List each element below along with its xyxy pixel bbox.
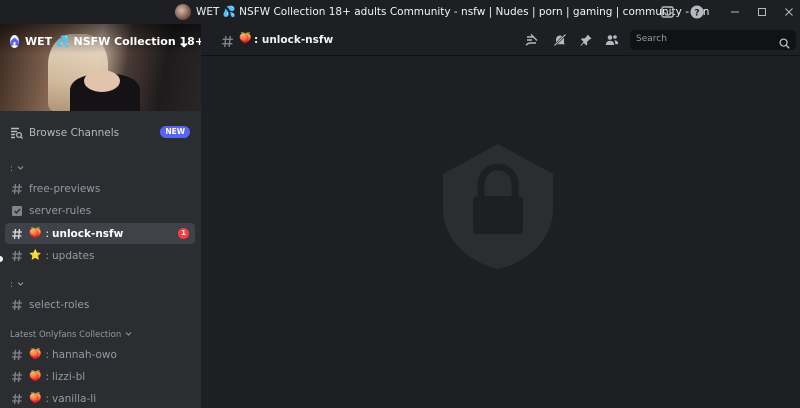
window-title: WET 💦 NSFW Collection 18+ adults Communi… <box>196 6 710 18</box>
hash-icon <box>221 33 234 52</box>
category-header[interactable]: : <box>10 163 24 175</box>
peach-emoji: 🍑 <box>29 228 42 239</box>
channel-name: select-roles <box>29 298 90 311</box>
search-input[interactable]: Search <box>630 30 796 50</box>
category-header[interactable]: Latest Onlyfans Collection <box>10 329 132 341</box>
channel-name: updates <box>52 249 95 262</box>
channel-name: vanilla-li <box>52 392 97 405</box>
inbox-icon[interactable] <box>658 3 676 21</box>
channel-name: server-rules <box>29 204 92 217</box>
channel-item-unlock-nsfw[interactable]: 🍑 : unlock-nsfw 1 <box>5 223 195 244</box>
hash-icon <box>11 349 23 361</box>
maximize-icon[interactable] <box>753 3 771 21</box>
hash-icon <box>11 183 23 195</box>
category-label: Latest Onlyfans Collection <box>10 330 122 340</box>
chevron-down-icon <box>17 280 24 290</box>
peach-emoji: 🍑 <box>29 349 42 360</box>
peach-emoji: 🍑 <box>29 371 42 382</box>
search-placeholder: Search <box>636 34 667 44</box>
chevron-down-icon[interactable] <box>179 35 189 54</box>
main-content: 🍑 : unlock-nsfw Search <box>201 24 800 408</box>
member-list-icon[interactable] <box>604 32 620 48</box>
svg-text:?: ? <box>694 9 699 19</box>
channel-title-name: unlock-nsfw <box>261 34 334 46</box>
help-icon[interactable]: ? <box>688 3 706 21</box>
channel-title: : unlock-nsfw <box>254 34 333 46</box>
hash-icon <box>11 228 23 240</box>
chevron-down-icon <box>17 164 24 174</box>
channel-item-free-previews[interactable]: free-previews <box>5 178 195 199</box>
channel-sidebar: WET 💦 NSFW Collection 18+ ... Browse Cha… <box>0 24 201 408</box>
server-name: WET 💦 NSFW Collection 18+ ... <box>25 34 201 48</box>
channel-separator: : <box>45 392 49 405</box>
channel-item-updates[interactable]: ⭐ : updates <box>5 245 195 266</box>
channel-item-select-roles[interactable]: select-roles <box>5 294 195 315</box>
pin-icon[interactable] <box>578 32 594 48</box>
channel-separator: : <box>45 370 49 383</box>
minimize-icon[interactable] <box>726 3 744 21</box>
banner-photo-shape <box>84 70 120 92</box>
new-badge: NEW <box>160 126 190 138</box>
hash-icon <box>11 371 23 383</box>
search-icon <box>779 34 790 53</box>
channel-separator: : <box>45 348 49 361</box>
lock-watermark-icon <box>443 144 553 269</box>
category-label: : <box>10 164 13 174</box>
channel-header: 🍑 : unlock-nsfw Search <box>201 24 800 56</box>
server-banner: WET 💦 NSFW Collection 18+ ... <box>0 24 201 111</box>
rules-icon <box>11 205 23 217</box>
peach-emoji: 🍑 <box>29 393 42 404</box>
channel-item-lizzi-bl[interactable]: 🍑 : lizzi-bl <box>5 366 195 387</box>
channel-item-vanilla-li[interactable]: 🍑 : vanilla-li <box>5 388 195 408</box>
channel-name: unlock-nsfw <box>52 227 124 240</box>
channel-name: lizzi-bl <box>52 370 86 383</box>
category-header[interactable]: : <box>10 279 24 291</box>
community-server-icon <box>10 34 19 48</box>
mention-badge: 1 <box>178 228 189 239</box>
channel-name: hannah-owo <box>52 348 117 361</box>
title-bar: WET 💦 NSFW Collection 18+ adults Communi… <box>0 0 800 24</box>
browse-channels-label: Browse Channels <box>29 127 120 139</box>
channel-separator: : <box>45 249 49 262</box>
hash-icon <box>11 393 23 405</box>
channel-separator: : <box>254 34 259 46</box>
star-emoji: ⭐ <box>29 250 42 261</box>
peach-emoji: 🍑 <box>239 33 252 44</box>
channel-item-hannah-owo[interactable]: 🍑 : hannah-owo <box>5 344 195 365</box>
close-icon[interactable] <box>780 3 798 21</box>
browse-channels-icon <box>10 124 23 143</box>
channel-item-server-rules[interactable]: server-rules <box>5 200 195 221</box>
server-avatar <box>175 4 191 20</box>
unread-indicator <box>0 256 3 262</box>
browse-channels-button[interactable]: Browse Channels NEW <box>10 124 192 142</box>
notification-muted-icon[interactable] <box>552 32 568 48</box>
category-label: : <box>10 280 13 290</box>
hash-icon <box>11 299 23 311</box>
channel-name: free-previews <box>29 182 101 195</box>
hash-icon <box>11 250 23 262</box>
chevron-down-icon <box>125 330 132 340</box>
server-header[interactable]: WET 💦 NSFW Collection 18+ ... <box>0 30 201 52</box>
channel-separator: : <box>45 227 49 240</box>
threads-icon[interactable] <box>524 32 540 48</box>
